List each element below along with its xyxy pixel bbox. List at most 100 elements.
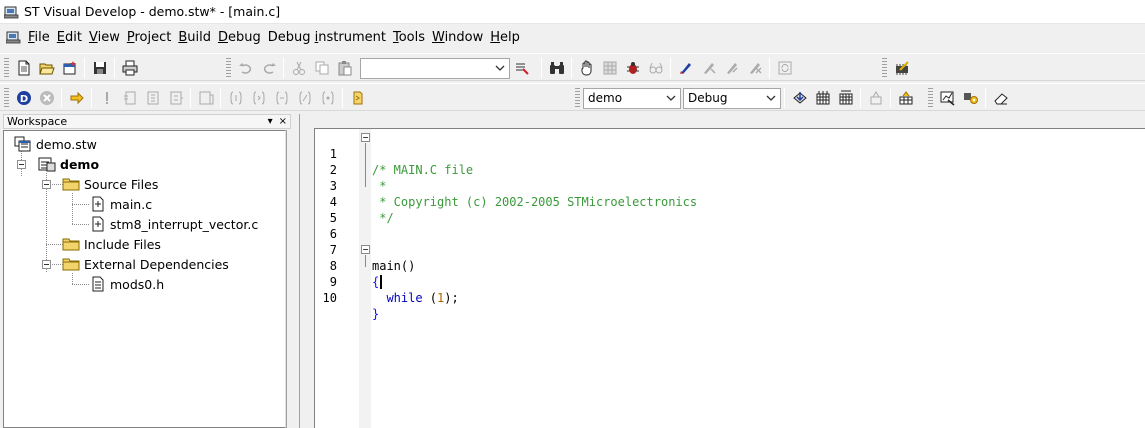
cut-scissors-icon bbox=[292, 61, 305, 75]
run-button[interactable] bbox=[697, 57, 720, 79]
tree-item-stm8-interrupt-vector[interactable]: stm8_interrupt_vector.c bbox=[90, 215, 258, 233]
compile-button[interactable] bbox=[788, 87, 811, 109]
toolbar-tools bbox=[928, 86, 1012, 110]
toolbar-grip[interactable] bbox=[882, 58, 887, 78]
tree-item-mods0-h[interactable]: mods0.h bbox=[90, 275, 164, 293]
open-file-button[interactable] bbox=[35, 57, 58, 79]
code-editor[interactable]: 1 /* MAIN.C file 2 * 3 * Copyright (c) 2… bbox=[314, 128, 1145, 428]
step-brace-1-button[interactable] bbox=[224, 87, 247, 109]
project-combo-value: demo bbox=[588, 91, 623, 105]
menu-build[interactable]: Build bbox=[176, 28, 216, 47]
chevron-down-icon[interactable] bbox=[764, 91, 778, 105]
tree-collapse-toggle[interactable] bbox=[42, 180, 51, 189]
reset-button[interactable] bbox=[118, 87, 141, 109]
menu-edit[interactable]: Edit bbox=[55, 28, 87, 47]
tree-item-external-dependencies[interactable]: External Dependencies bbox=[62, 255, 229, 273]
new-window-button[interactable] bbox=[58, 57, 81, 79]
close-icon[interactable]: × bbox=[279, 116, 287, 127]
toolbar-grip[interactable] bbox=[226, 58, 231, 78]
disassembly-button[interactable] bbox=[194, 87, 217, 109]
bug-button[interactable] bbox=[621, 57, 644, 79]
tree-item-include-files[interactable]: Include Files bbox=[62, 235, 161, 253]
program-button[interactable] bbox=[674, 57, 697, 79]
peripheral-tool-button[interactable] bbox=[959, 87, 982, 109]
keyword-while: while bbox=[372, 291, 423, 305]
run-to-cursor-button[interactable] bbox=[346, 87, 369, 109]
toolbar-separator bbox=[860, 88, 861, 108]
step-brace-4-button[interactable] bbox=[293, 87, 316, 109]
toolbar-debug-control: D bbox=[4, 86, 369, 110]
tree-collapse-toggle[interactable] bbox=[17, 160, 26, 169]
step-into-button[interactable] bbox=[141, 87, 164, 109]
step-brace-5-button[interactable] bbox=[316, 87, 339, 109]
toolbar-grip[interactable] bbox=[4, 88, 9, 108]
code-line: 10 } bbox=[315, 274, 1145, 321]
build-button[interactable] bbox=[811, 87, 834, 109]
toolbar-grip[interactable] bbox=[928, 88, 933, 108]
stop-disabled-icon bbox=[749, 63, 761, 74]
copy-button[interactable] bbox=[310, 57, 333, 79]
find-text-combo[interactable] bbox=[360, 57, 510, 79]
menu-window[interactable]: Window bbox=[430, 28, 488, 47]
find-button[interactable] bbox=[545, 57, 568, 79]
chevron-down-icon[interactable] bbox=[493, 61, 507, 75]
menu-project[interactable]: Project bbox=[125, 28, 177, 47]
menu-debug[interactable]: Debug bbox=[216, 28, 266, 47]
menu-debug-instrument[interactable]: Debug instrument bbox=[266, 28, 391, 47]
step-button[interactable] bbox=[720, 57, 743, 79]
tree-item-workspace[interactable]: demo.stw bbox=[14, 135, 97, 153]
toolbar-separator bbox=[571, 58, 572, 78]
toolbar-grip[interactable] bbox=[4, 58, 9, 78]
chart-tool-button[interactable] bbox=[936, 87, 959, 109]
break-button[interactable] bbox=[95, 87, 118, 109]
toolbar-debug-tools bbox=[538, 56, 796, 80]
memory-button[interactable] bbox=[598, 57, 621, 79]
panel-splitter[interactable] bbox=[292, 114, 300, 428]
brace-run-icon bbox=[322, 91, 333, 105]
chevron-down-icon[interactable] bbox=[664, 91, 678, 105]
step-over-button[interactable] bbox=[164, 87, 187, 109]
cut-button[interactable] bbox=[287, 57, 310, 79]
stop-button[interactable] bbox=[743, 57, 766, 79]
hand-tool-button[interactable] bbox=[575, 57, 598, 79]
menu-file[interactable]: File bbox=[26, 28, 55, 47]
project-combo[interactable]: demo bbox=[583, 87, 681, 109]
eraser-tool-button[interactable] bbox=[989, 87, 1012, 109]
paste-button[interactable] bbox=[333, 57, 356, 79]
refresh-icon bbox=[778, 61, 791, 75]
pin-icon[interactable]: ▾ bbox=[268, 116, 273, 127]
configuration-combo-value: Debug bbox=[688, 91, 728, 105]
stop-debug-button[interactable] bbox=[35, 87, 58, 109]
print-button[interactable] bbox=[118, 57, 141, 79]
workspace-header[interactable]: Workspace ▾ × bbox=[3, 114, 291, 129]
watch-button[interactable] bbox=[644, 57, 667, 79]
tree-collapse-toggle[interactable] bbox=[42, 260, 51, 269]
start-debug-button[interactable]: D bbox=[12, 87, 35, 109]
title-bar[interactable]: ST Visual Develop - demo.stw* - [main.c] bbox=[0, 0, 1145, 24]
configuration-combo[interactable]: Debug bbox=[683, 87, 781, 109]
find-in-files-button[interactable] bbox=[510, 57, 533, 79]
menu-tools[interactable]: Tools bbox=[391, 28, 430, 47]
menu-debug-instrument-label: nstrument bbox=[318, 29, 386, 45]
tree-item-project[interactable]: demo bbox=[38, 155, 99, 173]
redo-button[interactable] bbox=[257, 57, 280, 79]
step-brace-2-button[interactable] bbox=[247, 87, 270, 109]
workspace-tree[interactable]: demo.stw demo Source Files main.c stm8_i… bbox=[3, 130, 286, 428]
step-brace-3-button[interactable] bbox=[270, 87, 293, 109]
new-file-button[interactable] bbox=[12, 57, 35, 79]
continue-button[interactable] bbox=[65, 87, 88, 109]
batch-build-button[interactable] bbox=[894, 87, 917, 109]
save-button[interactable] bbox=[88, 57, 111, 79]
tree-item-main-c[interactable]: main.c bbox=[90, 195, 152, 213]
toolbar-separator bbox=[769, 58, 770, 78]
rebuild-button[interactable] bbox=[834, 87, 857, 109]
refresh-button[interactable] bbox=[773, 57, 796, 79]
toolbar-grip[interactable] bbox=[575, 88, 580, 108]
chip-tools-button[interactable] bbox=[890, 57, 913, 79]
menu-help[interactable]: Help bbox=[488, 28, 525, 47]
menu-view[interactable]: View bbox=[87, 28, 125, 47]
document-window-icon[interactable] bbox=[6, 30, 22, 44]
undo-button[interactable] bbox=[234, 57, 257, 79]
tree-item-source-files[interactable]: Source Files bbox=[62, 175, 158, 193]
clean-button[interactable] bbox=[864, 87, 887, 109]
